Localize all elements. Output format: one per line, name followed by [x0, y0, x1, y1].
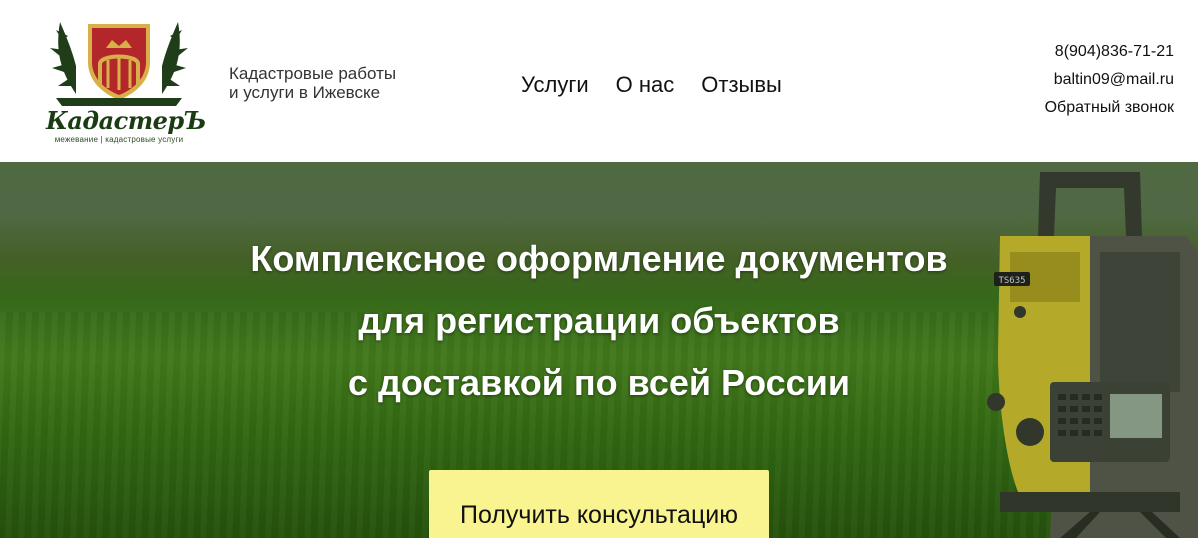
tagline-line-1: Кадастровые работы — [229, 64, 397, 83]
logo-subtitle: межевание | кадастровые услуги — [54, 135, 184, 144]
main-nav: Услуги О нас Отзывы — [521, 72, 782, 98]
logo-wordmark: КадастерЪ — [46, 106, 207, 135]
hero-heading: Комплексное оформление документов для ре… — [0, 228, 1198, 414]
tagline-line-2: и услуги в Ижевске — [229, 83, 381, 102]
contacts: 8(904)836-71-21 baltin09@mail.ru Обратны… — [1045, 42, 1174, 126]
hero-heading-line-3: с доставкой по всей России — [348, 362, 850, 403]
callback-link[interactable]: Обратный звонок — [1045, 98, 1174, 117]
nav-item-reviews[interactable]: Отзывы — [701, 72, 782, 98]
logo[interactable]: КадастерЪ межевание | кадастровые услуги — [46, 16, 207, 144]
get-consultation-button[interactable]: Получить консультацию — [429, 470, 769, 538]
coat-of-arms-icon — [50, 22, 188, 106]
nav-item-about[interactable]: О нас — [616, 72, 675, 98]
site-header: КадастерЪ межевание | кадастровые услуги… — [0, 0, 1198, 162]
site-tagline: Кадастровые работы и услуги в Ижевске — [229, 64, 439, 102]
hero-banner: TS635 Комплексное оформление документов … — [0, 162, 1198, 538]
nav-item-services[interactable]: Услуги — [521, 72, 589, 98]
hero-heading-line-1: Комплексное оформление документов — [250, 238, 948, 279]
hero-heading-line-2: для регистрации объектов — [358, 300, 840, 341]
phone-link[interactable]: 8(904)836-71-21 — [1045, 42, 1174, 61]
email-link[interactable]: baltin09@mail.ru — [1045, 70, 1174, 89]
